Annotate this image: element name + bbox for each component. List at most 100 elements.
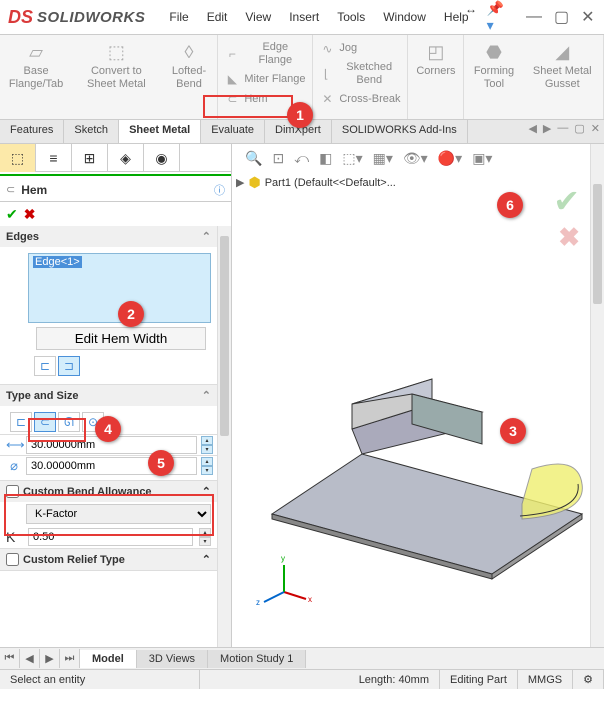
display-tab[interactable]: ◉ — [144, 144, 180, 172]
status-menu-icon[interactable]: ⚙ — [573, 670, 604, 689]
viewport[interactable]: 🔍 ⊡ ⤺ ◧ ⬚▾ ▦▾ 👁▾ 🔴▾ ▣▾ ▶ ⬢ Part1 (Defaul… — [232, 144, 604, 647]
zoom-fit-icon[interactable]: 🔍 — [242, 148, 265, 169]
sketched-bend-button[interactable]: ⌊Sketched Bend — [315, 59, 405, 89]
cross-break-button[interactable]: ✕Cross-Break — [315, 89, 405, 109]
tab-prev-icon[interactable]: ◀ — [20, 649, 40, 668]
diameter-spinner[interactable]: ▴▾ — [201, 457, 213, 475]
zoom-area-icon[interactable]: ⊡ — [269, 148, 287, 169]
convert-button[interactable]: ⬚Convert to Sheet Metal — [72, 39, 160, 93]
tab-sheet-metal[interactable]: Sheet Metal — [119, 120, 201, 143]
base-flange-button[interactable]: ▱Base Flange/Tab — [2, 39, 70, 93]
prev-view-icon[interactable]: ⤺ — [291, 148, 312, 169]
diameter-icon: ⌀ — [6, 458, 22, 474]
ok-button[interactable]: ✔ — [6, 206, 18, 223]
display-style-icon[interactable]: ▦▾ — [370, 148, 396, 169]
crt-checkbox[interactable] — [6, 553, 19, 566]
doc-prev-icon[interactable]: ◀ — [528, 122, 536, 135]
tab-evaluate[interactable]: Evaluate — [201, 120, 265, 143]
cba-head[interactable]: Custom Bend Allowance ⌃ — [0, 481, 217, 502]
doc-close-icon[interactable]: ✕ — [591, 122, 600, 135]
menu-edit[interactable]: Edit — [199, 6, 236, 28]
crt-head[interactable]: Custom Relief Type ⌃ — [0, 549, 217, 570]
bend-outside-button[interactable]: ⊐ — [58, 356, 80, 376]
closed-hem-button[interactable]: ⊏ — [10, 412, 32, 432]
svg-text:y: y — [281, 554, 285, 563]
position-row: ⊏ ⊐ — [6, 354, 211, 378]
confirm-row: ✔ ✖ — [0, 202, 231, 226]
panel-tab-strip: ⬚ ≡ ⊞ ◈ ◉ — [0, 144, 231, 172]
tab-last-icon[interactable]: ⏭ — [60, 649, 80, 668]
scene-icon[interactable]: ▣▾ — [469, 148, 495, 169]
status-units[interactable]: MMGS — [518, 670, 573, 689]
bottom-tab-arrows: ⏮ ◀ ▶ ⏭ — [0, 649, 80, 668]
open-hem-button[interactable]: ⊂ — [34, 412, 56, 432]
gusset-button[interactable]: ◢Sheet Metal Gusset — [523, 39, 601, 93]
tab-addins[interactable]: SOLIDWORKS Add-Ins — [332, 120, 468, 143]
tab-first-icon[interactable]: ⏮ — [0, 649, 20, 668]
orientation-triad[interactable]: x y z — [254, 547, 314, 607]
configmanager-tab[interactable]: ⊞ — [72, 144, 108, 172]
tab-next-icon[interactable]: ▶ — [40, 649, 60, 668]
feature-tree-flyout[interactable]: ▶ ⬢ Part1 (Default<<Default>... — [236, 174, 396, 191]
material-inside-button[interactable]: ⊏ — [34, 356, 56, 376]
bottom-tab-model[interactable]: Model — [80, 650, 137, 668]
menu-window[interactable]: Window — [375, 6, 434, 28]
forming-tool-button[interactable]: ⬣Forming Tool — [466, 39, 521, 93]
doc-max-icon[interactable]: ▢ — [574, 122, 584, 135]
edge-flange-button[interactable]: ⌐Edge Flange — [220, 39, 310, 69]
viewport-scrollbar[interactable] — [590, 144, 604, 647]
menu-file[interactable]: File — [161, 6, 196, 28]
hide-show-icon[interactable]: 👁▾ — [400, 148, 431, 169]
hem-feature-icon: ⊂ — [6, 183, 15, 196]
cross-icon: ✕ — [319, 91, 335, 107]
edit-hem-width-button[interactable]: Edit Hem Width — [36, 327, 206, 350]
lofted-bend-button[interactable]: ◊Lofted-Bend — [163, 39, 216, 93]
menubar: File Edit View Insert Tools Window Help — [161, 6, 476, 28]
menu-tools[interactable]: Tools — [329, 6, 373, 28]
propertymanager-tab[interactable]: ≡ — [36, 144, 72, 172]
confirm-cancel-corner[interactable]: ✖ — [558, 222, 580, 253]
menu-view[interactable]: View — [237, 6, 279, 28]
bottom-tab-motion[interactable]: Motion Study 1 — [208, 650, 306, 668]
edge-item[interactable]: Edge<1> — [33, 256, 82, 268]
length-spinner[interactable]: ▴▾ — [201, 436, 213, 454]
pin-icon[interactable]: 📌 ▾ — [477, 0, 514, 34]
part-icon: ⬢ — [248, 174, 260, 191]
length-icon: ⟷ — [6, 437, 22, 453]
confirm-ok-corner[interactable]: ✔ — [553, 182, 580, 220]
section-view-icon[interactable]: ◧ — [316, 148, 335, 169]
maximize-button[interactable]: ▢ — [552, 7, 571, 27]
lofted-icon: ◊ — [177, 41, 201, 65]
minimize-button[interactable]: — — [524, 8, 544, 26]
dimxpert-tab[interactable]: ◈ — [108, 144, 144, 172]
featuremanager-tab[interactable]: ⬚ — [0, 144, 36, 172]
tab-features[interactable]: Features — [0, 120, 64, 143]
cancel-button[interactable]: ✖ — [24, 206, 36, 223]
cba-checkbox[interactable] — [6, 485, 19, 498]
menu-insert[interactable]: Insert — [281, 6, 327, 28]
part-name[interactable]: Part1 (Default<<Default>... — [265, 177, 396, 189]
bottom-tab-3dviews[interactable]: 3D Views — [137, 650, 208, 668]
type-size-head[interactable]: Type and Size ⌃ — [0, 385, 217, 406]
doc-next-icon[interactable]: ▶ — [543, 122, 551, 135]
corners-button[interactable]: ◰Corners — [410, 39, 461, 80]
status-prompt: Select an entity — [0, 670, 200, 689]
panel-scrollbar[interactable] — [217, 226, 231, 647]
help-icon[interactable]: ⓘ — [214, 182, 225, 198]
close-button[interactable]: ✕ — [579, 7, 596, 27]
view-orient-icon[interactable]: ⬚▾ — [339, 148, 365, 169]
expand-icon[interactable]: ▶ — [236, 176, 244, 189]
jog-button[interactable]: ∿Jog — [315, 39, 405, 59]
kfactor-select[interactable]: K-Factor — [26, 504, 211, 524]
resize-cursor-icon: ↔ — [465, 2, 477, 16]
appearance-icon[interactable]: 🔴▾ — [435, 148, 465, 169]
teardrop-hem-button[interactable]: ᘏ — [58, 412, 80, 432]
doc-min-icon[interactable]: — — [557, 122, 568, 135]
miter-flange-button[interactable]: ◣Miter Flange — [220, 69, 310, 89]
tab-sketch[interactable]: Sketch — [64, 120, 119, 143]
edges-section-head[interactable]: Edges ⌃ — [0, 226, 217, 247]
jog-icon: ∿ — [319, 41, 335, 57]
kfactor-spinner[interactable]: ▴▾ — [199, 528, 211, 546]
kfactor-input[interactable] — [28, 528, 193, 546]
type-size-label: Type and Size — [6, 390, 79, 402]
